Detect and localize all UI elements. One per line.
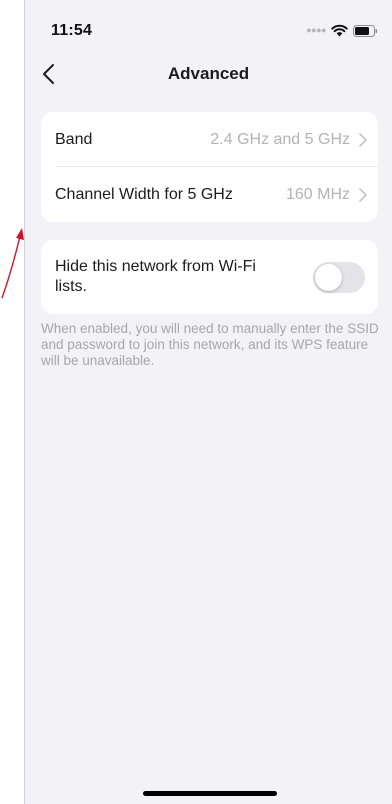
status-icons: ●●●●	[306, 24, 378, 37]
wifi-icon	[331, 24, 348, 37]
home-indicator[interactable]	[143, 791, 277, 796]
band-row[interactable]: Band 2.4 GHz and 5 GHz	[41, 112, 378, 167]
band-label: Band	[55, 131, 93, 148]
hide-network-card: Hide this network from Wi-Fi lists.	[41, 240, 378, 314]
chevron-right-icon	[359, 188, 367, 202]
channel-width-value: 160 MHz	[285, 186, 350, 203]
page-title: Advanced	[167, 64, 250, 83]
hide-network-footnote: When enabled, you will need to manually …	[41, 321, 379, 368]
band-value: 2.4 GHz and 5 GHz	[210, 131, 350, 148]
nav-bar: Advanced	[25, 52, 392, 96]
toggle-knob	[315, 264, 342, 291]
hide-network-toggle[interactable]	[313, 262, 365, 293]
status-time: 11:54	[51, 22, 93, 39]
status-bar: 11:54 ●●●●	[25, 0, 392, 52]
signal-dots-icon: ●●●●	[306, 25, 326, 35]
channel-width-row[interactable]: Channel Width for 5 GHz 160 MHz	[41, 167, 378, 222]
chevron-right-icon	[359, 133, 367, 147]
phone-screen: 11:54 ●●●● Advanced Band 2.4 GHz and 5 G…	[24, 0, 392, 804]
hide-network-label: Hide this network from Wi-Fi lists.	[55, 258, 256, 295]
page: 11:54 ●●●● Advanced Band 2.4 GHz and 5 G…	[0, 0, 392, 804]
battery-icon	[353, 24, 378, 37]
channel-width-label: Channel Width for 5 GHz	[55, 186, 233, 203]
settings-card: Band 2.4 GHz and 5 GHz Channel Width for…	[41, 112, 378, 222]
